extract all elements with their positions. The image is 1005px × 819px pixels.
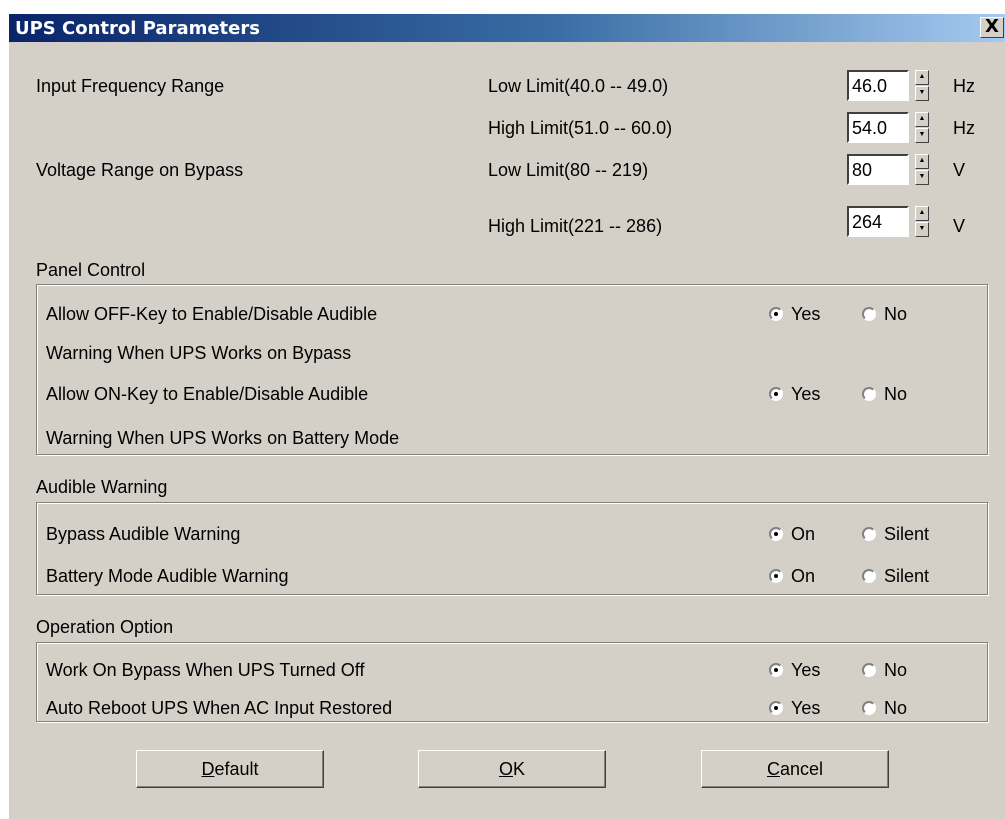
freq-low-spin-buttons: ▲ ▼ [915,70,929,101]
auto-reboot-no-radio[interactable] [862,701,876,715]
battery-on-label[interactable]: On [791,566,815,587]
default-button[interactable]: Default [136,750,324,788]
volt-high-spin-buttons: ▲ ▼ [915,206,929,237]
spin-up-icon[interactable]: ▲ [915,112,929,127]
close-icon: X [985,16,999,37]
on-key-label-line1: Allow ON-Key to Enable/Disable Audible [46,384,369,404]
bypass-on-label[interactable]: On [791,524,815,545]
spin-down-icon[interactable]: ▼ [915,222,929,237]
auto-reboot-yes-radio[interactable] [769,701,783,715]
ok-button-label: K [513,759,526,779]
voltage-range-label: Voltage Range on Bypass [36,160,244,180]
spin-down-icon[interactable]: ▼ [915,170,929,185]
window-title: UPS Control Parameters [15,18,260,39]
freq-high-limit-label: High Limit(51.0 -- 60.0) [488,118,673,138]
spin-up-icon[interactable]: ▲ [915,70,929,85]
battery-audible-label: Battery Mode Audible Warning [46,566,289,586]
freq-low-spinner: 46.0 ▲ ▼ [847,70,929,101]
freq-low-unit: Hz [953,76,975,96]
battery-silent-radio[interactable] [862,569,876,583]
volt-low-limit-label: Low Limit(80 -- 219) [488,160,649,180]
bypass-off-yes-radio[interactable] [769,663,783,677]
on-key-yes-label[interactable]: Yes [791,384,820,405]
default-button-label: efault [214,759,259,779]
freq-low-input[interactable]: 46.0 [847,70,909,101]
freq-high-spinner: 54.0 ▲ ▼ [847,112,929,143]
on-key-label-line2: Warning When UPS Works on Battery Mode [46,428,400,448]
bypass-off-label: Work On Bypass When UPS Turned Off [46,660,365,680]
off-key-no-radio[interactable] [862,307,876,321]
auto-reboot-no-label[interactable]: No [884,698,907,719]
input-frequency-label: Input Frequency Range [36,76,225,96]
cancel-button-accesskey: C [766,759,780,779]
volt-low-spinner: 80 ▲ ▼ [847,154,929,185]
operation-option-header: Operation Option [36,617,174,637]
bypass-off-no-label[interactable]: No [884,660,907,681]
freq-high-input[interactable]: 54.0 [847,112,909,143]
off-key-label-line1: Allow OFF-Key to Enable/Disable Audible [46,304,378,324]
volt-high-limit-label: High Limit(221 -- 286) [488,216,663,236]
spin-up-icon[interactable]: ▲ [915,154,929,169]
auto-reboot-label: Auto Reboot UPS When AC Input Restored [46,698,393,718]
freq-high-spin-buttons: ▲ ▼ [915,112,929,143]
ok-button-accesskey: O [498,759,513,779]
off-key-label-line2: Warning When UPS Works on Bypass [46,343,352,363]
spin-down-icon[interactable]: ▼ [915,128,929,143]
panel-control-header: Panel Control [36,260,146,280]
spin-down-icon[interactable]: ▼ [915,86,929,101]
bypass-silent-radio[interactable] [862,527,876,541]
cancel-button[interactable]: Cancel [701,750,889,788]
battery-on-radio[interactable] [769,569,783,583]
battery-silent-label[interactable]: Silent [884,566,929,587]
off-key-yes-label[interactable]: Yes [791,304,820,325]
audible-warning-header: Audible Warning [36,477,168,497]
on-key-no-label[interactable]: No [884,384,907,405]
on-key-yes-radio[interactable] [769,387,783,401]
bypass-silent-label[interactable]: Silent [884,524,929,545]
volt-low-unit: V [953,160,966,180]
close-button[interactable]: X [980,17,1004,38]
off-key-yes-radio[interactable] [769,307,783,321]
freq-low-limit-label: Low Limit(40.0 -- 49.0) [488,76,669,96]
off-key-no-label[interactable]: No [884,304,907,325]
volt-high-spinner: 264 ▲ ▼ [847,206,929,237]
title-bar[interactable]: UPS Control Parameters X [9,14,1005,42]
spin-up-icon[interactable]: ▲ [915,206,929,221]
bypass-off-no-radio[interactable] [862,663,876,677]
bypass-on-radio[interactable] [769,527,783,541]
volt-high-input[interactable]: 264 [847,206,909,237]
volt-high-unit: V [953,216,966,236]
auto-reboot-yes-label[interactable]: Yes [791,698,820,719]
volt-low-input[interactable]: 80 [847,154,909,185]
bypass-off-yes-label[interactable]: Yes [791,660,820,681]
freq-high-unit: Hz [953,118,975,138]
on-key-no-radio[interactable] [862,387,876,401]
dialog-window: UPS Control Parameters X Input Frequency… [8,14,1005,819]
default-button-accesskey: D [201,759,215,779]
bypass-audible-label: Bypass Audible Warning [46,524,241,544]
volt-low-spin-buttons: ▲ ▼ [915,154,929,185]
cancel-button-label: ancel [779,759,824,779]
ok-button[interactable]: OK [418,750,606,788]
